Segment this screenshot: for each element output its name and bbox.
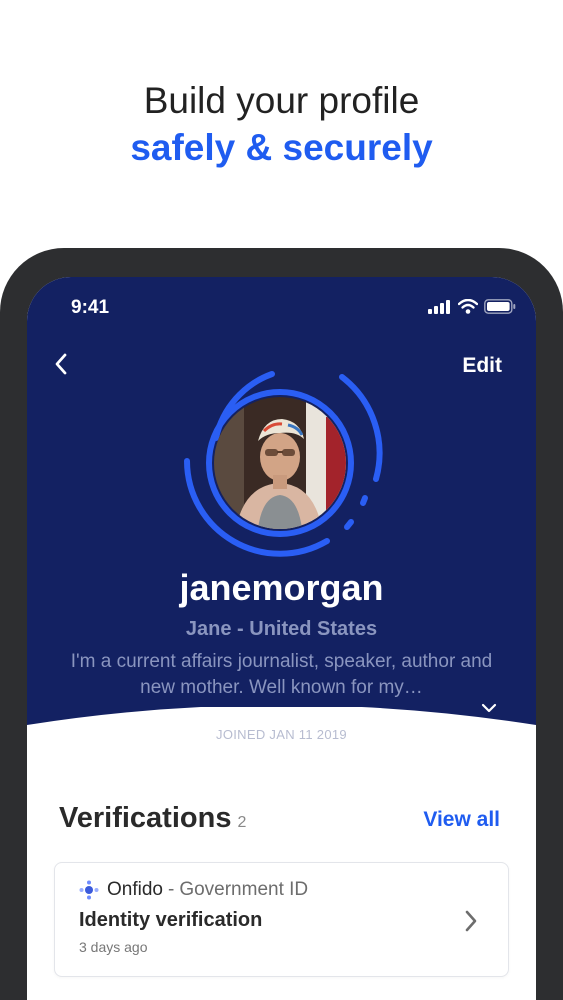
app-store-screenshot: Build your profile safely & securely 9:4… — [0, 0, 563, 1000]
verification-provider: Onfido — [107, 879, 163, 900]
verification-separator: - — [167, 879, 175, 900]
onfido-logo-icon — [79, 880, 99, 900]
signal-icon — [428, 299, 450, 314]
promo-headline: Build your profile safely & securely — [0, 78, 563, 172]
avatar-with-rings[interactable] — [177, 369, 387, 561]
avatar — [214, 397, 346, 529]
phone-screen: 9:41 Edit janemorgan Jane - United State… — [27, 277, 536, 1000]
chevron-right-icon — [465, 910, 477, 932]
promo-line-1: Build your profile — [143, 80, 420, 121]
verification-time: 3 days ago — [79, 939, 148, 955]
battery-icon — [484, 299, 516, 314]
verification-type: Government ID — [179, 879, 309, 900]
joined-date: JOINED JAN 11 2019 — [216, 727, 347, 742]
verification-title: Identity verification — [79, 909, 263, 931]
promo-line-2: safely & securely — [130, 127, 433, 168]
wifi-icon — [458, 299, 478, 314]
status-time: 9:41 — [71, 297, 110, 318]
verification-provider-row: Onfido - Government ID — [79, 879, 308, 901]
profile-username: janemorgan — [179, 567, 384, 608]
view-all-link[interactable]: View all — [423, 808, 500, 832]
verification-card[interactable]: Onfido - Government ID Identity verifica… — [54, 862, 509, 977]
status-icons — [428, 299, 516, 314]
profile-name-location: Jane - United States — [185, 618, 378, 640]
verifications-title: Verifications — [59, 802, 232, 834]
verifications-count: 2 — [237, 814, 247, 831]
edit-button[interactable]: Edit — [462, 354, 502, 378]
chevron-left-icon[interactable] — [49, 351, 75, 377]
avatar-photo — [214, 397, 346, 529]
verifications-heading: Verifications 2 — [59, 802, 246, 835]
profile-bio: I'm a current affairs journalist, speake… — [70, 651, 493, 698]
profile-header: 9:41 Edit janemorgan Jane - United State… — [27, 277, 536, 761]
